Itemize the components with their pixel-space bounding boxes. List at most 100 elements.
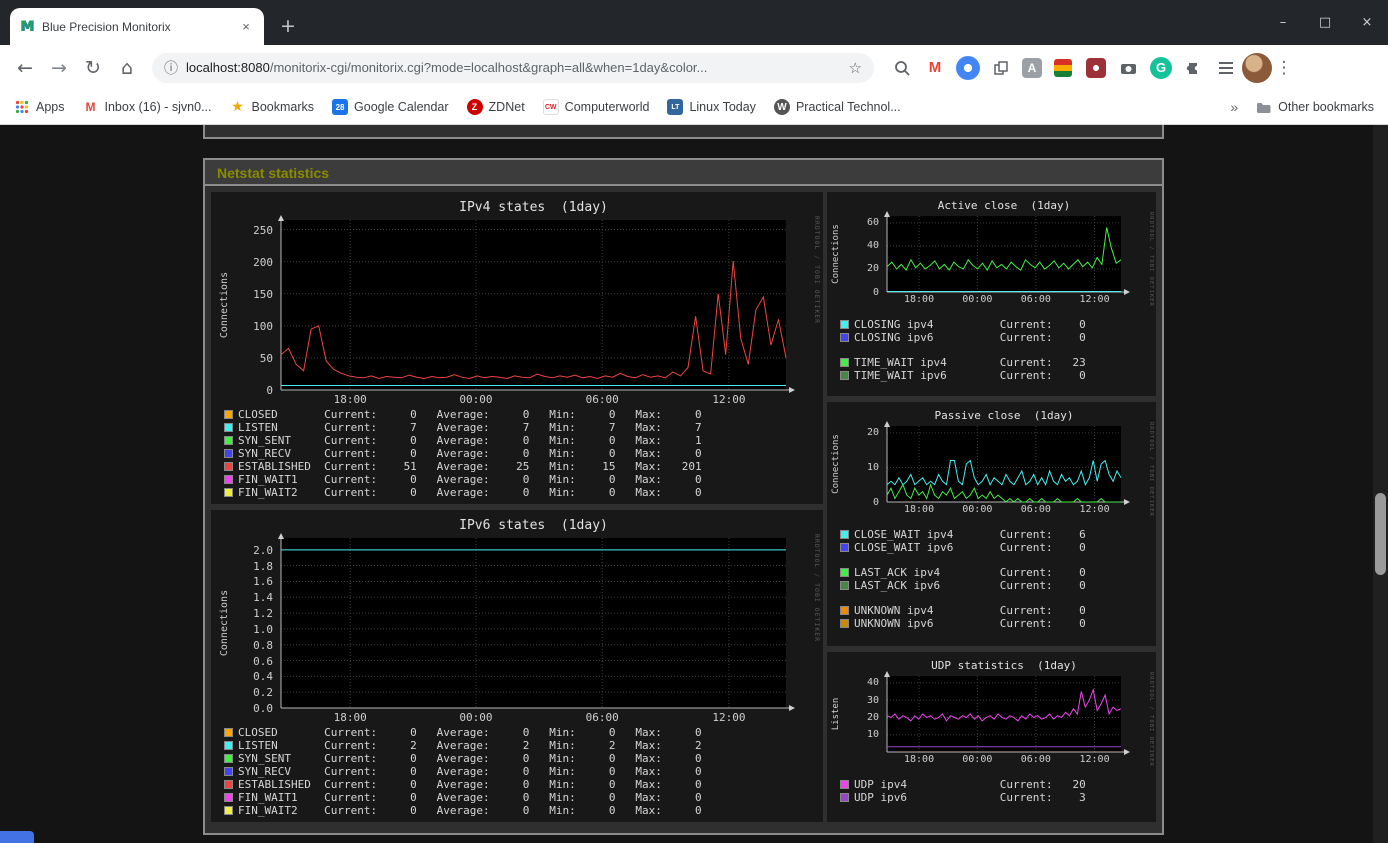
bookmark-google-calendar[interactable]: 28 Google Calendar bbox=[332, 99, 449, 115]
y-tick-label: 0.8 bbox=[253, 638, 273, 652]
maximize-button[interactable]: □ bbox=[1304, 0, 1346, 45]
legend-row: ESTABLISHED Current: 0 Average: 0 Min: 0… bbox=[224, 778, 819, 791]
bookmark-zdnet[interactable]: Z ZDNet bbox=[466, 99, 525, 115]
y-tick-label: 250 bbox=[253, 223, 273, 237]
blue-dot-extension-icon[interactable] bbox=[956, 55, 980, 80]
legend-text: CLOSED Current: 0 Average: 0 Min: 0 Max:… bbox=[238, 408, 702, 421]
back-button[interactable]: ← bbox=[8, 51, 42, 85]
profile-avatar[interactable] bbox=[1242, 52, 1272, 83]
reading-list-icon[interactable] bbox=[1214, 56, 1238, 80]
x-tick-label: 06:00 bbox=[1020, 504, 1051, 515]
minimize-button[interactable]: – bbox=[1262, 0, 1304, 45]
tab-close-icon[interactable]: × bbox=[238, 19, 254, 34]
monitorix-page: Netstat statistics IPv4 states (1day) Con… bbox=[0, 125, 1388, 843]
menu-icon[interactable]: ⋮ bbox=[1272, 58, 1296, 78]
legend-row: UDP ipv6 Current: 3 bbox=[840, 791, 1152, 804]
graph-ipv4-states[interactable]: IPv4 states (1day) Connections RRDTOOL / T… bbox=[211, 192, 823, 504]
gmail-favicon: M bbox=[85, 100, 96, 114]
bookmark-star-icon[interactable]: ☆ bbox=[849, 59, 862, 77]
legend-text: ESTABLISHED Current: 0 Average: 0 Min: 0… bbox=[238, 778, 702, 791]
reload-button[interactable]: ↻ bbox=[76, 51, 110, 85]
bookmark-linux-today[interactable]: LT Linux Today bbox=[667, 99, 756, 115]
y-tick-label: 0 bbox=[872, 286, 879, 298]
x-tick-label: 18:00 bbox=[903, 754, 935, 765]
rrdtool-watermark: RRDTOOL / TOBI OETIKER bbox=[813, 216, 821, 325]
grammarly-icon[interactable]: G bbox=[1150, 56, 1172, 79]
extensions-puzzle-icon[interactable] bbox=[1181, 56, 1205, 80]
plot-area bbox=[884, 671, 1130, 755]
mono-extension-icon[interactable]: A bbox=[1022, 57, 1042, 78]
graph-active-close[interactable]: Active close (1day) Connections RRDTOOL / … bbox=[827, 192, 1156, 396]
bookmark-label: ZDNet bbox=[488, 100, 525, 114]
x-tick-label: 12:00 bbox=[1079, 754, 1110, 765]
search-icon[interactable] bbox=[890, 56, 914, 80]
address-bar[interactable]: ⓘ localhost:8080/monitorix-cgi/monitorix… bbox=[152, 52, 874, 83]
y-tick-label: 0 bbox=[266, 383, 273, 397]
monitorix-favicon: M bbox=[20, 18, 34, 35]
legend-swatch bbox=[840, 606, 849, 615]
extension-icons: M A G bbox=[890, 55, 1238, 80]
legend-swatch bbox=[840, 568, 849, 577]
y-tick-label: 150 bbox=[253, 287, 273, 301]
url-path: /monitorix-cgi/monitorix.cgi?mode=localh… bbox=[269, 60, 708, 75]
legend-swatch bbox=[224, 754, 233, 763]
legend-text: FIN_WAIT2 Current: 0 Average: 0 Min: 0 M… bbox=[238, 804, 702, 817]
bookmark-label: Linux Today bbox=[689, 100, 756, 114]
legend-row: LAST_ACK ipv4 Current: 0 bbox=[840, 566, 1152, 579]
legend-text: LISTEN Current: 7 Average: 7 Min: 7 Max:… bbox=[238, 421, 702, 434]
tab-strip: M Blue Precision Monitorix × + – □ × bbox=[0, 0, 1388, 45]
legend-row: LAST_ACK ipv6 Current: 0 bbox=[840, 579, 1152, 592]
legend-text: UDP ipv4 Current: 20 bbox=[854, 778, 1086, 791]
folder-icon bbox=[1256, 99, 1272, 115]
scrollbar-thumb[interactable] bbox=[1375, 493, 1386, 575]
plot-area bbox=[278, 533, 795, 711]
graph-passive-close[interactable]: Passive close (1day) Connections RRDTOOL /… bbox=[827, 402, 1156, 646]
site-info-icon[interactable]: ⓘ bbox=[164, 58, 178, 78]
graph-ipv6-states[interactable]: IPv6 states (1day) Connections RRDTOOL / T… bbox=[211, 510, 823, 822]
legend-text: LAST_ACK ipv4 Current: 0 bbox=[854, 566, 1086, 579]
browser-tab[interactable]: M Blue Precision Monitorix × bbox=[10, 8, 264, 45]
bookmarks-overflow-chevron[interactable]: » bbox=[1230, 99, 1238, 115]
bookmark-computerworld[interactable]: CW Computerworld bbox=[542, 99, 649, 115]
legend-row: CLOSING ipv4 Current: 0 bbox=[840, 318, 1152, 331]
graph-legend: CLOSE_WAIT ipv4 Current: 6 CLOSE_WAIT ipv… bbox=[840, 528, 1152, 630]
legend-swatch bbox=[840, 371, 849, 380]
graph-title: Active close (1day) bbox=[937, 199, 1071, 212]
y-tick-label: 20 bbox=[866, 711, 879, 723]
plot-area bbox=[884, 421, 1130, 505]
other-bookmarks[interactable]: Other bookmarks bbox=[1256, 99, 1374, 115]
graph-udp-statistics[interactable]: UDP statistics (1day) Listen RRDTOOL / TOB… bbox=[827, 652, 1156, 822]
legend-row: LISTEN Current: 2 Average: 2 Min: 2 Max:… bbox=[224, 739, 819, 752]
status-bubble bbox=[0, 831, 34, 843]
y-tick-label: 40 bbox=[866, 677, 879, 689]
bookmark-label: Apps bbox=[36, 100, 65, 114]
x-tick-label: 18:00 bbox=[333, 393, 367, 406]
legend-swatch bbox=[224, 767, 233, 776]
legend-text: CLOSING ipv6 Current: 0 bbox=[854, 331, 1086, 344]
page-scrollbar[interactable] bbox=[1373, 125, 1388, 843]
graph-title: IPv6 states (1day) bbox=[459, 518, 608, 533]
y-tick-label: 0.2 bbox=[253, 686, 273, 700]
legend-text: FIN_WAIT2 Current: 0 Average: 0 Min: 0 M… bbox=[238, 486, 702, 499]
bookmark-practical-technology[interactable]: W Practical Technol... bbox=[773, 99, 901, 115]
x-tick-label: 06:00 bbox=[1020, 754, 1051, 765]
legend-text: LAST_ACK ipv6 Current: 0 bbox=[854, 579, 1086, 592]
copy-icon[interactable] bbox=[989, 56, 1013, 80]
camera-icon[interactable] bbox=[1117, 56, 1141, 80]
gmail-icon[interactable]: M bbox=[923, 56, 947, 80]
stack-icon[interactable] bbox=[1051, 56, 1075, 80]
graph-legend: CLOSING ipv4 Current: 0 CLOSING ipv6 Curr… bbox=[840, 318, 1152, 382]
home-button[interactable]: ⌂ bbox=[110, 51, 144, 85]
close-button[interactable]: × bbox=[1346, 0, 1388, 45]
bookmark-bookmarks[interactable]: ★ Bookmarks bbox=[230, 99, 314, 115]
apps-shortcut[interactable]: Apps bbox=[14, 99, 65, 115]
bookmark-inbox[interactable]: M Inbox (16) - sjvn0... bbox=[83, 99, 212, 115]
netstat-section: Netstat statistics IPv4 states (1day) Con… bbox=[203, 158, 1164, 835]
legend-text: CLOSE_WAIT ipv6 Current: 0 bbox=[854, 541, 1086, 554]
new-tab-button[interactable]: + bbox=[274, 12, 302, 40]
forward-button[interactable]: → bbox=[42, 51, 76, 85]
url-text[interactable]: localhost:8080/monitorix-cgi/monitorix.c… bbox=[186, 60, 841, 75]
x-tick-label: 12:00 bbox=[712, 711, 746, 724]
red-extension-icon[interactable] bbox=[1084, 56, 1108, 80]
legend-swatch bbox=[224, 488, 233, 497]
